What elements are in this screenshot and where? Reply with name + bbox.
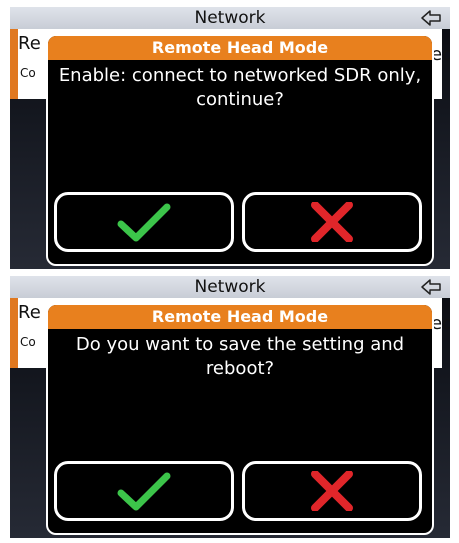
setting-sublabel-partial: Co xyxy=(20,335,36,349)
confirm-button[interactable] xyxy=(54,461,234,521)
setting-sublabel-partial: Co xyxy=(20,66,36,80)
confirm-dialog: Remote Head Mode Do you want to save the… xyxy=(46,303,434,535)
setting-label-partial: Re xyxy=(18,33,41,54)
cancel-button[interactable] xyxy=(242,192,422,252)
device-screen-2: Network Re Co led Remote Head Mode Do yo… xyxy=(10,276,450,538)
title-bar: Network xyxy=(10,7,450,29)
x-icon xyxy=(311,471,353,511)
device-screen-1: Network Re Co led Remote Head Mode Enabl… xyxy=(10,7,450,269)
page-title: Network xyxy=(194,277,266,297)
dialog-title: Remote Head Mode xyxy=(48,36,432,60)
cancel-button[interactable] xyxy=(242,461,422,521)
checkmark-icon xyxy=(117,203,171,242)
page-title: Network xyxy=(194,8,266,28)
row-accent xyxy=(10,298,18,368)
back-arrow-icon[interactable] xyxy=(420,279,442,295)
dialog-title: Remote Head Mode xyxy=(48,305,432,329)
row-accent xyxy=(10,29,18,99)
back-arrow-icon[interactable] xyxy=(420,10,442,26)
dialog-message: Do you want to save the setting and rebo… xyxy=(75,334,405,379)
title-bar: Network xyxy=(10,276,450,298)
confirm-dialog: Remote Head Mode Enable: connect to netw… xyxy=(46,34,434,266)
x-icon xyxy=(311,202,353,242)
setting-label-partial: Re xyxy=(18,302,41,323)
dialog-message: Enable: connect to networked SDR only, c… xyxy=(58,65,422,110)
confirm-button[interactable] xyxy=(54,192,234,252)
checkmark-icon xyxy=(117,472,171,511)
